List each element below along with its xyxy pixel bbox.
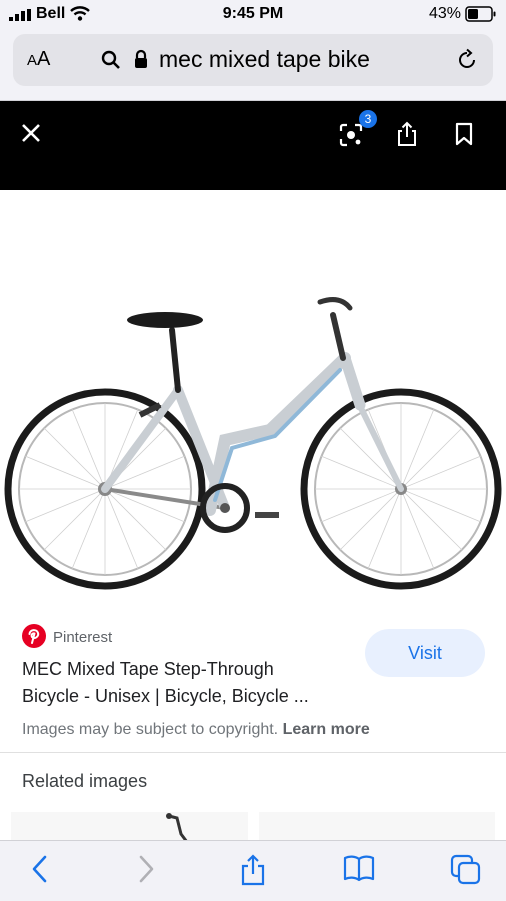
result-title[interactable]: MEC Mixed Tape Step-Through Bicycle - Un… xyxy=(22,656,352,710)
saddle xyxy=(127,312,203,328)
reload-icon[interactable] xyxy=(455,48,479,72)
forward-icon[interactable] xyxy=(136,854,156,884)
search-icon xyxy=(101,50,120,69)
close-icon[interactable] xyxy=(20,122,42,144)
copyright-text: Images may be subject to copyright. xyxy=(22,721,279,738)
bicycle-image[interactable] xyxy=(0,190,506,604)
source-name: Pinterest xyxy=(53,629,113,646)
visit-button[interactable]: Visit xyxy=(365,629,485,677)
text-size-button[interactable]: AA xyxy=(27,48,50,71)
share-icon[interactable] xyxy=(396,121,418,147)
pedal xyxy=(255,512,279,518)
image-viewer-header: 3 xyxy=(0,101,506,190)
address-bar-area: AA mec mixed tape bike xyxy=(0,28,506,101)
result-title-line2: Bicycle - Unisex | Bicycle, Bicycle ... xyxy=(22,686,309,706)
result-title-line1: MEC Mixed Tape Step-Through xyxy=(22,659,274,679)
back-icon[interactable] xyxy=(30,854,50,884)
bookmarks-icon[interactable] xyxy=(343,854,375,882)
copyright-notice: Images may be subject to copyright. Lear… xyxy=(22,721,370,739)
share-icon[interactable] xyxy=(240,854,266,886)
lock-icon xyxy=(135,49,147,68)
lens-icon[interactable] xyxy=(339,123,363,147)
related-images-heading: Related images xyxy=(22,771,148,791)
bicycle-illustration xyxy=(4,297,502,590)
bookmark-icon[interactable] xyxy=(454,122,474,146)
divider xyxy=(0,752,506,753)
battery-percent: 43% xyxy=(429,5,462,22)
address-bar[interactable]: AA mec mixed tape bike xyxy=(13,34,493,86)
pinterest-logo-icon xyxy=(22,624,46,648)
status-bar: Bell 9:45 PM 43% xyxy=(0,0,506,28)
tabs-icon[interactable] xyxy=(450,854,482,886)
battery-icon xyxy=(465,6,496,22)
browser-toolbar xyxy=(0,840,506,901)
learn-more-link[interactable]: Learn more xyxy=(283,721,370,738)
lens-badge: 3 xyxy=(359,110,377,128)
url-text[interactable]: mec mixed tape bike xyxy=(159,46,370,73)
